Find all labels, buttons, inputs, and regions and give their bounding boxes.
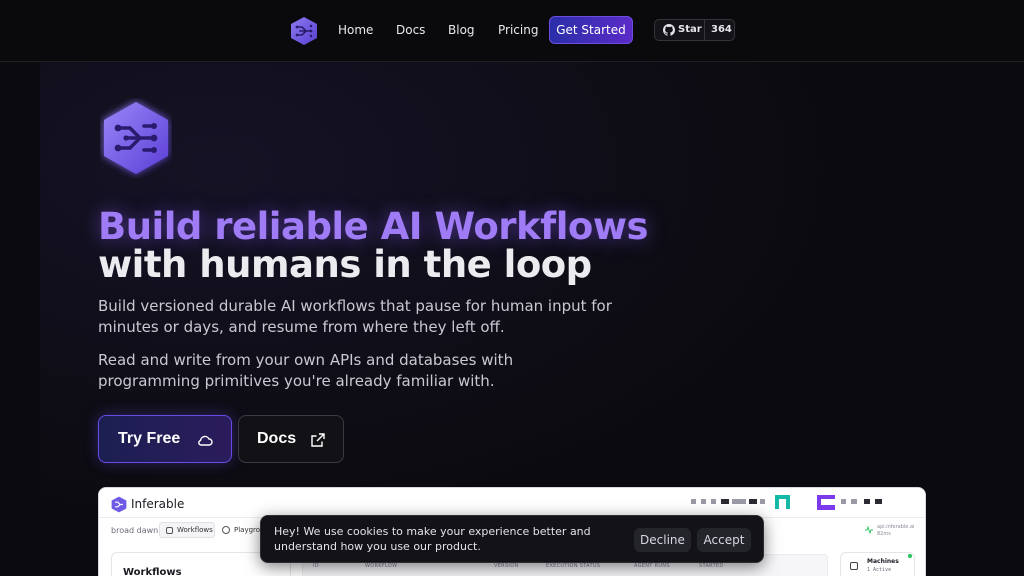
github-star-label: Star bbox=[678, 24, 702, 35]
brand-mark-purple bbox=[817, 495, 835, 510]
external-link-icon bbox=[311, 433, 325, 447]
machines-count: 1 Active bbox=[867, 567, 892, 573]
th-execution-status: EXECUTION STATUS bbox=[546, 563, 601, 569]
machines-card: Machines 1 Active bbox=[840, 552, 915, 576]
brand-mark-teal bbox=[775, 495, 790, 509]
github-star-count: 364 bbox=[711, 24, 732, 35]
nav-link-home[interactable]: Home bbox=[338, 22, 373, 38]
th-started: STARTED bbox=[699, 563, 724, 569]
decline-cookies-button[interactable]: Decline bbox=[634, 528, 691, 552]
api-latency: 82ms bbox=[877, 531, 891, 537]
machines-title: Machines bbox=[867, 558, 899, 565]
get-started-button[interactable]: Get Started bbox=[549, 16, 633, 44]
github-star-button[interactable]: Star 364 bbox=[654, 19, 735, 41]
hero-title-line2: with humans in the loop bbox=[98, 243, 592, 286]
th-id: ID bbox=[313, 563, 319, 569]
th-workflow: WORKFLOW bbox=[365, 563, 398, 569]
playground-icon bbox=[222, 526, 230, 534]
github-star-left: Star bbox=[655, 20, 705, 40]
top-navbar: Home Docs Blog Pricing Get Started Star … bbox=[0, 0, 1024, 62]
workflows-heading: Workflows bbox=[123, 567, 182, 576]
hero-paragraph-2: Read and write from your own APIs and da… bbox=[98, 351, 514, 390]
th-version: VERSION bbox=[494, 563, 519, 569]
inferable-app-logo-icon bbox=[111, 496, 127, 513]
tab-workflows[interactable]: Workflows bbox=[159, 522, 215, 538]
nav-link-pricing[interactable]: Pricing bbox=[498, 22, 538, 38]
machine-icon bbox=[850, 562, 858, 570]
hero-logo-icon bbox=[104, 102, 168, 174]
accept-cookies-button[interactable]: Accept bbox=[697, 528, 751, 552]
nav-link-blog[interactable]: Blog bbox=[448, 22, 475, 38]
tab-workflows-label: Workflows bbox=[177, 526, 213, 534]
hero-paragraph-1: Build versioned durable AI workflows tha… bbox=[98, 297, 612, 336]
app-name: Inferable bbox=[131, 497, 185, 511]
docs-label: Docs bbox=[257, 430, 297, 447]
cookie-banner: Hey! We use cookies to make your experie… bbox=[260, 515, 764, 563]
docs-button[interactable]: Docs bbox=[238, 415, 344, 463]
cluster-name: broad dawn bbox=[111, 526, 159, 535]
api-host: api.inferable.ai bbox=[877, 524, 915, 530]
try-free-button[interactable]: Try Free bbox=[98, 415, 232, 463]
hero-title-line1: Build reliable AI Workflows bbox=[98, 205, 649, 248]
github-icon bbox=[663, 24, 675, 36]
machine-status-dot bbox=[908, 554, 912, 558]
try-free-label: Try Free bbox=[118, 430, 181, 447]
inferable-logo-icon[interactable] bbox=[290, 16, 318, 46]
nav-link-docs[interactable]: Docs bbox=[396, 22, 425, 38]
workflows-icon bbox=[166, 527, 173, 534]
api-status: api.inferable.ai 82ms bbox=[877, 524, 914, 538]
activity-icon bbox=[865, 526, 873, 534]
cookie-message: Hey! We use cookies to make your experie… bbox=[274, 525, 591, 553]
th-agent-runs: AGENT RUNS bbox=[634, 563, 670, 569]
cloud-icon bbox=[198, 435, 213, 446]
